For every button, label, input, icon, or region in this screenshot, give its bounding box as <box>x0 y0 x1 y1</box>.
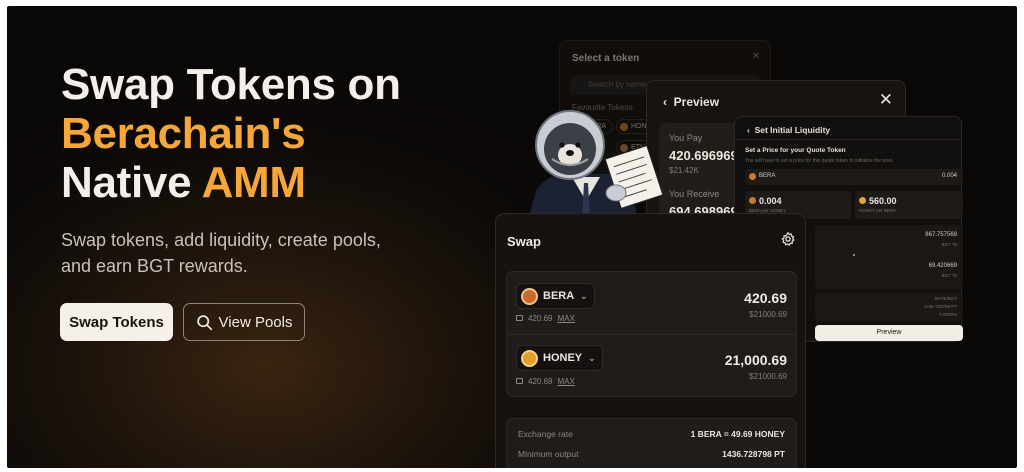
from-token-name: BERA <box>543 290 575 302</box>
wallet-icon <box>516 315 523 321</box>
view-pools-button[interactable]: View Pools <box>183 303 305 341</box>
to-token-select[interactable]: HONEY ⌄ <box>516 345 603 371</box>
preview-title: ‹ Preview <box>663 95 720 109</box>
summary-2: 1436.728798 PT <box>923 304 957 309</box>
you-pay-usd: $21.42K <box>669 166 699 175</box>
from-balance-value: 420.69 <box>528 314 553 323</box>
hero-headline: Swap Tokens on Berachain's Native AMM <box>61 60 501 207</box>
liquidity-amounts: 867.757569 BGT 75 69.420669 BGT 75 <box>815 225 963 289</box>
headline-native: Native <box>61 158 202 207</box>
chevron-down-icon: ⌄ <box>580 290 588 301</box>
quote-token-name: BERA <box>759 173 776 179</box>
you-receive-label: You Receive <box>669 189 720 199</box>
swap-card: BERA ⌄ 420.69 MAX 420.69 $21000.69 HONEY… <box>506 271 797 397</box>
bear-astronaut-icon <box>525 110 664 225</box>
honey-coin-icon <box>859 197 866 204</box>
swap-title: Swap <box>507 234 541 249</box>
minimum-output-label: Minimum output <box>518 449 579 459</box>
from-balance: 420.69 MAX <box>516 314 575 323</box>
view-pools-label: View Pools <box>218 313 293 331</box>
set-price-hint: You will have to set a price for this qu… <box>745 158 894 164</box>
select-token-title: Select a token <box>572 53 640 64</box>
headline-accent: Berachain's <box>61 109 306 158</box>
to-balance-value: 420.69 <box>528 377 553 386</box>
summary-3: 0.0000% <box>939 312 957 317</box>
exchange-rate-label: Exchange rate <box>518 429 573 439</box>
hero-subtitle: Swap tokens, add liquidity, create pools… <box>61 230 381 276</box>
to-usd: $21000.69 <box>749 372 787 381</box>
search-icon <box>196 314 212 330</box>
price-box-bera-value: 0.004 <box>759 196 782 206</box>
from-max-button[interactable]: MAX <box>557 314 574 323</box>
liquidity-preview-button[interactable]: Preview <box>815 325 963 341</box>
you-pay-value: 420.696969 <box>669 148 738 163</box>
to-amount[interactable]: 21,000.69 <box>725 352 787 368</box>
to-token-name: HONEY <box>543 352 583 364</box>
liquidity-summary: BATE/BGT 1436.728798 PT 0.0000% <box>815 293 963 321</box>
summary-1: BATE/BGT <box>935 296 957 301</box>
from-usd: $21000.69 <box>749 310 787 319</box>
exchange-rate-value: 1 BERA = 49.69 HONEY <box>690 429 785 439</box>
price-box-honey-value: 560.00 <box>869 196 897 206</box>
hero-banner: Swap Tokens on Berachain's Native AMM Sw… <box>7 6 1017 468</box>
quote-token-value: 0.004 <box>941 173 957 179</box>
liquidity-amount-1: 867.757569 <box>925 232 957 238</box>
price-box-honey: 560.00 HONEY per BERA <box>855 191 963 219</box>
liquidity-amount-2-sub: BGT 75 <box>941 273 957 278</box>
liquidity-amount-1-sub: BGT 75 <box>941 242 957 247</box>
headline-amm: AMM <box>201 158 306 207</box>
quote-token-row: BERA 0.004 <box>745 169 963 185</box>
swap-panel: Swap BERA ⌄ 420.69 MAX 420.69 $21000.69 … <box>495 213 806 468</box>
you-pay-label: You Pay <box>669 133 703 143</box>
bera-token-icon <box>521 288 538 305</box>
bera-coin-icon <box>749 173 756 180</box>
liquidity-amount-2: 69.420669 <box>928 263 957 269</box>
from-token-select[interactable]: BERA ⌄ <box>516 283 595 309</box>
honey-token-icon <box>521 350 538 367</box>
preview-title-text: Preview <box>673 95 720 109</box>
to-max-button[interactable]: MAX <box>557 377 574 386</box>
wallet-icon <box>516 378 523 384</box>
price-box-honey-label: HONEY per BERA <box>859 208 897 213</box>
close-icon: ✕ <box>878 90 893 109</box>
set-price-label: Set a Price for your Quote Token <box>745 147 846 154</box>
gear-icon[interactable] <box>780 231 796 247</box>
swap-details: Exchange rate 1 BERA = 49.69 HONEY Minim… <box>506 418 797 468</box>
minimum-output-value: 1436.728798 PT <box>722 449 785 459</box>
divider <box>507 334 796 335</box>
from-amount[interactable]: 420.69 <box>744 290 787 306</box>
close-icon: ✕ <box>751 51 760 62</box>
headline-line-1: Swap Tokens on <box>61 60 401 109</box>
chevron-down-icon: ⌄ <box>588 352 596 363</box>
liquidity-title: ‹ Set Initial Liquidity <box>747 125 831 135</box>
headline-line-3: Native AMM <box>61 158 501 207</box>
liquidity-title-text: Set Initial Liquidity <box>754 125 831 135</box>
to-balance: 420.69 MAX <box>516 377 575 386</box>
swap-tokens-button[interactable]: Swap Tokens <box>60 303 173 341</box>
dot <box>853 254 855 256</box>
bera-coin-icon <box>749 197 756 204</box>
divider <box>735 139 961 140</box>
